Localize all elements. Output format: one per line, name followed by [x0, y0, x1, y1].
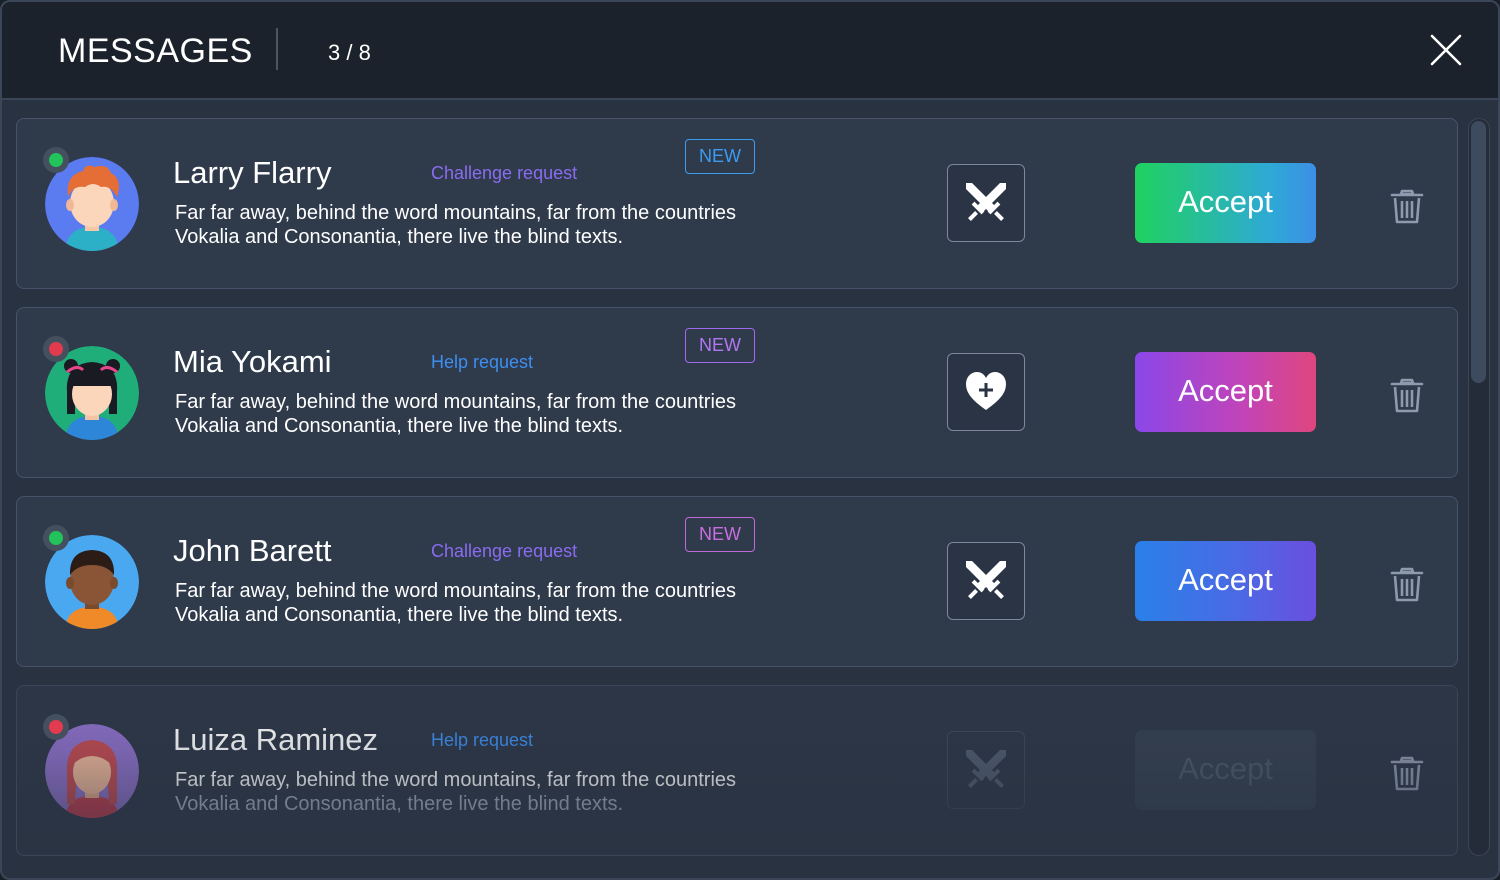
- message-card: Luiza Raminez Help request Far far away,…: [16, 685, 1458, 856]
- heart-plus-icon: [966, 372, 1006, 410]
- scrollbar-track[interactable]: [1468, 118, 1490, 856]
- delete-button[interactable]: [1387, 185, 1427, 225]
- page-title: MESSAGES: [58, 32, 253, 70]
- new-badge: NEW: [685, 517, 755, 552]
- crossed-swords-icon: [966, 561, 1006, 599]
- message-card: John Barett Challenge request NEW Far fa…: [16, 496, 1458, 667]
- challenge-action-button[interactable]: [947, 164, 1025, 242]
- message-text: Far far away, behind the word mountains,…: [175, 768, 815, 816]
- message-counter: 3 / 8: [328, 40, 371, 65]
- sender-name: Larry Flarry: [173, 155, 332, 190]
- accept-button[interactable]: Accept: [1135, 352, 1316, 432]
- delete-button[interactable]: [1387, 752, 1427, 792]
- message-line: Vokalia and Consonantia, there live the …: [175, 604, 624, 626]
- request-type: Help request: [431, 730, 534, 750]
- messages-window: MESSAGES 3 / 8 Larry Flarry Challenge re…: [0, 0, 1500, 880]
- status-indicator-online: [43, 147, 69, 173]
- accept-button-disabled: Accept: [1135, 730, 1316, 810]
- new-badge: NEW: [685, 139, 755, 174]
- request-type: Help request: [431, 352, 534, 372]
- trash-icon: [1390, 378, 1424, 413]
- accept-button[interactable]: Accept: [1135, 541, 1316, 621]
- status-indicator-offline: [43, 714, 69, 740]
- delete-button[interactable]: [1387, 563, 1427, 603]
- sender-name: John Barett: [173, 533, 332, 568]
- request-type: Challenge request: [431, 163, 578, 183]
- message-line: Vokalia and Consonantia, there live the …: [175, 415, 624, 437]
- message-line: Vokalia and Consonantia, there live the …: [175, 226, 624, 248]
- message-line: Far far away, behind the word mountains,…: [175, 202, 737, 224]
- message-line: Far far away, behind the word mountains,…: [175, 391, 737, 413]
- sender-name: Luiza Raminez: [173, 722, 379, 757]
- header-divider: [276, 28, 278, 70]
- status-indicator-offline: [43, 336, 69, 362]
- scrollbar-thumb[interactable]: [1471, 121, 1486, 383]
- close-icon: [1430, 34, 1462, 66]
- message-line: Vokalia and Consonantia, there live the …: [175, 793, 624, 815]
- crossed-swords-icon: [966, 183, 1006, 221]
- message-text: Far far away, behind the word mountains,…: [175, 579, 815, 627]
- message-card: Mia Yokami Help request NEW Far far away…: [16, 307, 1458, 478]
- challenge-action-button[interactable]: [947, 542, 1025, 620]
- message-text: Far far away, behind the word mountains,…: [175, 201, 815, 249]
- trash-icon: [1390, 567, 1424, 602]
- delete-button[interactable]: [1387, 374, 1427, 414]
- message-card: Larry Flarry Challenge request NEW Far f…: [16, 118, 1458, 289]
- help-action-button[interactable]: [947, 353, 1025, 431]
- sender-name: Mia Yokami: [173, 344, 332, 379]
- trash-icon: [1390, 189, 1424, 224]
- message-text: Far far away, behind the word mountains,…: [175, 390, 815, 438]
- close-button[interactable]: [1426, 30, 1466, 70]
- header: MESSAGES 3 / 8: [2, 2, 1498, 100]
- message-line: Far far away, behind the word mountains,…: [175, 769, 737, 791]
- message-line: Far far away, behind the word mountains,…: [175, 580, 737, 602]
- message-list: Larry Flarry Challenge request NEW Far f…: [16, 118, 1458, 878]
- request-type: Challenge request: [431, 541, 578, 561]
- crossed-swords-icon: [966, 750, 1006, 788]
- new-badge: NEW: [685, 328, 755, 363]
- status-indicator-online: [43, 525, 69, 551]
- challenge-action-button-disabled: [947, 731, 1025, 809]
- trash-icon: [1390, 756, 1424, 791]
- accept-button[interactable]: Accept: [1135, 163, 1316, 243]
